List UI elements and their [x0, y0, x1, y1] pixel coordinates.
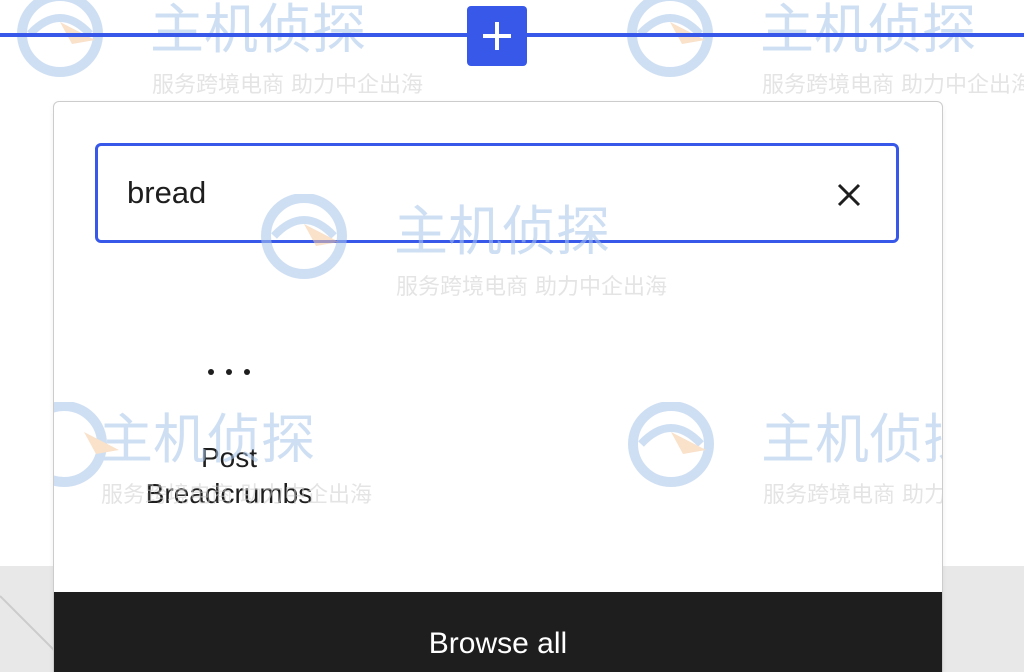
clear-search-button[interactable] — [824, 170, 874, 220]
search-input[interactable] — [98, 163, 807, 223]
plus-icon — [483, 22, 511, 50]
watermark-brand-text: 主机侦探 — [150, 0, 366, 61]
editor-background — [940, 566, 1024, 672]
block-inserter-popover: 主机侦探 服务跨境电商 助力中企出海 Post Breadcrumbs — [53, 101, 943, 672]
browse-all-button[interactable]: Browse all — [54, 592, 942, 672]
add-block-button[interactable] — [467, 6, 527, 66]
block-item-label: Post Breadcrumbs — [145, 442, 313, 509]
more-horizontal-icon — [199, 352, 259, 392]
editor-background — [0, 566, 57, 672]
close-icon — [837, 183, 861, 207]
editor-canvas: 主机侦探 服务跨境电商 助力中企出海 主机侦探 服务跨境电商 助力中企出海 br… — [0, 0, 1024, 672]
search-box — [95, 143, 899, 243]
watermark-slogan-text: 服务跨境电商 助力中企出海 — [152, 73, 423, 98]
svg-text:服务跨境电商 助力中企出海: 服务跨境电商 助力中企出海 — [762, 73, 1024, 98]
watermark-logo: 主机侦探 服务跨境电商 助力中企出海 — [610, 0, 1024, 102]
block-item-post-breadcrumbs[interactable]: Post Breadcrumbs — [114, 332, 344, 532]
block-results-list: Post Breadcrumbs — [54, 262, 942, 582]
svg-text:主机侦探: 主机侦探 — [760, 0, 976, 61]
watermark-logo: 主机侦探 服务跨境电商 助力中企出海 — [0, 0, 440, 102]
